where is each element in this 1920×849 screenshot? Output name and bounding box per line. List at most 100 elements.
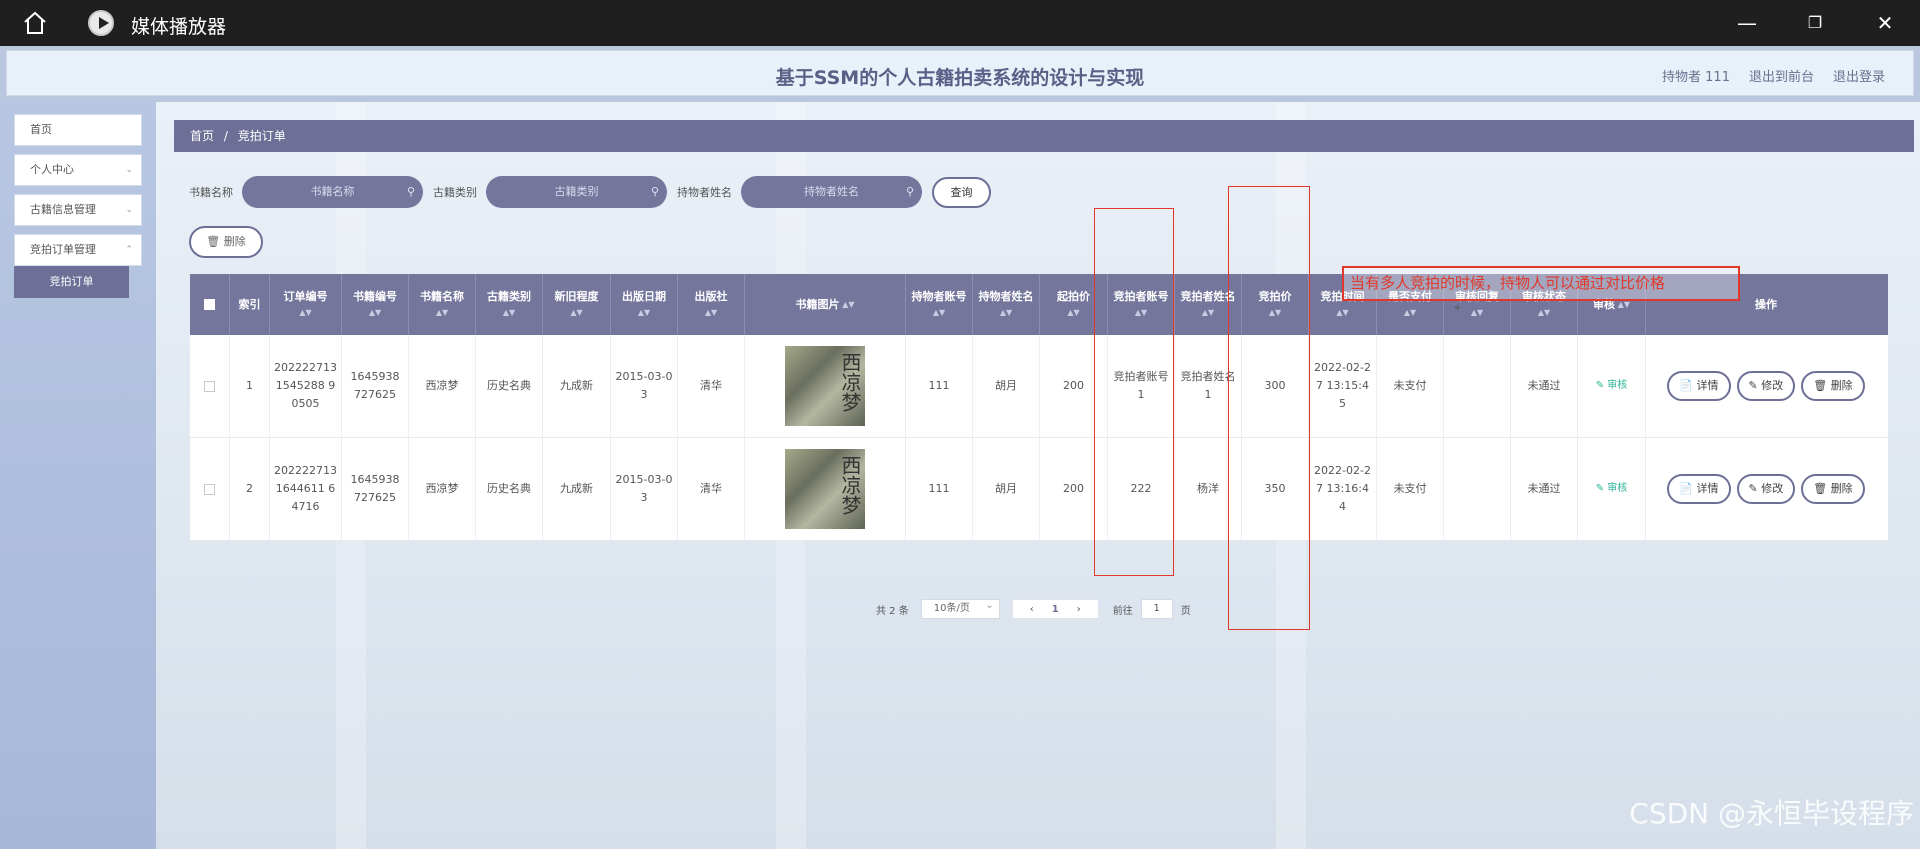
table-cell: 历史名典 <box>476 438 543 540</box>
sidebar-item-auction-order-management[interactable]: 竞拍订单管理 ⌃ <box>14 234 142 266</box>
table-row: 2 2022227131644611 64716 1645938 727625 … <box>190 438 1888 541</box>
home-icon[interactable] <box>22 11 48 35</box>
window-titlebar: 媒体播放器 — ❐ ✕ <box>0 0 1920 46</box>
table-cell: 未支付 <box>1377 335 1444 437</box>
delete-button[interactable]: 🗑 删除 <box>1801 371 1865 401</box>
page-size-select[interactable]: 10条/页 <box>920 597 1000 619</box>
column-header[interactable]: 出版社 ▲▼ <box>678 274 745 335</box>
edit-button[interactable]: ✎ 修改 <box>1736 474 1796 504</box>
batch-delete-button[interactable]: 🗑 删除 <box>189 226 263 258</box>
auction-order-table: 索引 订单编号 ▲▼ 书籍编号 ▲▼ 书籍名称 ▲▼ 古籍类别 ▲▼ 新旧程度 ▲▼ 出版… <box>190 274 1888 541</box>
audit-link[interactable]: ✎ 审核 <box>1596 480 1628 498</box>
sidebar-item-personal-center[interactable]: 个人中心 ⌄ <box>14 154 142 186</box>
table-cell: 111 <box>906 438 973 540</box>
select-all-checkbox[interactable] <box>204 299 215 310</box>
holder-name-label: 持物者姓名 <box>677 186 732 199</box>
column-header[interactable]: 持物者账号 ▲▼ <box>906 274 973 335</box>
window-title: 媒体播放器 <box>131 16 227 38</box>
column-header[interactable]: 持物者姓名 ▲▼ <box>973 274 1040 335</box>
delete-button[interactable]: 🗑 删除 <box>1801 474 1865 504</box>
column-header[interactable]: 书籍图片 ▲▼ <box>745 274 906 335</box>
main-content: 首页 / 竞拍订单 书籍名称 书籍名称 ⚲ 古籍类别 古籍类别 ⚲ 持物者姓名 … <box>156 102 1920 849</box>
goto-prefix: 前往 <box>1112 605 1133 617</box>
page-number[interactable]: 1 <box>1052 604 1059 615</box>
minimize-button[interactable]: — <box>1732 10 1762 36</box>
header-links: 持物者 111 退出到前台 退出登录 <box>1662 66 1885 85</box>
table-cell: 胡月 <box>973 438 1040 540</box>
table-cell: 西凉梦 <box>409 335 476 437</box>
column-header[interactable]: 出版日期 ▲▼ <box>611 274 678 335</box>
table-cell: 2015-03-03 <box>611 335 678 437</box>
sidebar-item-label: 竞拍订单管理 <box>30 243 96 256</box>
page-nav: ‹ 1 › <box>1011 599 1099 619</box>
app-frame: 基于SSM的个人古籍拍卖系统的设计与实现 持物者 111 退出到前台 退出登录 … <box>0 46 1920 849</box>
audit-link[interactable]: ✎ 审核 <box>1596 377 1628 395</box>
search-bar: 书籍名称 书籍名称 ⚲ 古籍类别 古籍类别 ⚲ 持物者姓名 持物者姓名 ⚲ 查询 <box>189 176 991 208</box>
app-header: 基于SSM的个人古籍拍卖系统的设计与实现 持物者 111 退出到前台 退出登录 <box>6 50 1914 96</box>
book-cover-image[interactable]: 西凉梦 <box>785 346 865 426</box>
pencil-icon: ✎ <box>1748 379 1758 392</box>
next-page-icon[interactable]: › <box>1077 604 1081 615</box>
restore-button[interactable]: ❐ <box>1800 10 1830 36</box>
table-cell: 2022227131644611 64716 <box>270 438 342 540</box>
column-header[interactable]: 新旧程度 ▲▼ <box>543 274 611 335</box>
table-cell: 未通过 <box>1511 335 1578 437</box>
breadcrumb: 首页 / 竞拍订单 <box>174 120 1914 152</box>
highlight-box-bidder-account <box>1094 208 1174 576</box>
breadcrumb-home[interactable]: 首页 <box>190 129 214 143</box>
sidebar-subitem-auction-orders[interactable]: 竞拍订单 <box>14 266 129 298</box>
table-cell: 2 <box>230 438 270 540</box>
column-header[interactable]: 书籍编号 ▲▼ <box>342 274 409 335</box>
watermark: CSDN @永恒毕设程序 <box>1629 797 1914 830</box>
crosshair-cursor-icon: ⌖ <box>1454 300 1461 314</box>
row-checkbox[interactable] <box>204 483 215 495</box>
book-name-input[interactable]: 书籍名称 ⚲ <box>242 176 423 208</box>
trash-icon: 🗑 <box>206 235 221 248</box>
query-button[interactable]: 查询 <box>932 176 991 208</box>
detail-button[interactable]: 📄 详情 <box>1667 474 1731 504</box>
table-cell: 2022227131545288 90505 <box>270 335 342 437</box>
holder-name-input[interactable]: 持物者姓名 ⚲ <box>741 176 922 208</box>
breadcrumb-current: 竞拍订单 <box>237 129 286 143</box>
detail-button[interactable]: 📄 详情 <box>1667 371 1731 401</box>
media-player-icon <box>88 10 114 36</box>
table-cell: 1 <box>230 335 270 437</box>
column-header[interactable]: 古籍类别 ▲▼ <box>476 274 543 335</box>
row-checkbox-cell[interactable] <box>190 335 230 437</box>
book-cover-image[interactable]: 西凉梦 <box>785 449 865 529</box>
column-header[interactable]: 书籍名称 ▲▼ <box>409 274 476 335</box>
table-cell: 清华 <box>678 335 745 437</box>
sidebar-item-label: 首页 <box>30 123 52 136</box>
sidebar-item-home[interactable]: 首页 <box>14 114 142 146</box>
column-header: 索引 <box>230 274 270 335</box>
search-icon: ⚲ <box>650 185 659 198</box>
annotation-note: 当有多人竞拍的时候，持物人可以通过对比价格 <box>1342 266 1740 301</box>
table-cell: 清华 <box>678 438 745 540</box>
edit-button[interactable]: ✎ 修改 <box>1736 371 1796 401</box>
row-checkbox-cell[interactable] <box>190 438 230 540</box>
table-cell: 胡月 <box>973 335 1040 437</box>
chevron-up-icon: ⌃ <box>125 245 133 255</box>
pencil-icon: ✎ <box>1748 482 1758 495</box>
highlight-box-bid-price <box>1228 186 1310 630</box>
book-category-input[interactable]: 古籍类别 ⚲ <box>486 176 667 208</box>
back-to-frontend-link[interactable]: 退出到前台 <box>1749 66 1814 85</box>
logout-link[interactable]: 退出登录 <box>1833 66 1885 85</box>
table-cell: 九成新 <box>543 438 611 540</box>
search-icon: ⚲ <box>406 185 415 198</box>
table-cell: 西凉梦 <box>409 438 476 540</box>
sidebar: 首页 个人中心 ⌄ 古籍信息管理 ⌄ 竞拍订单管理 ⌃ 竞拍订单 <box>0 102 156 849</box>
breadcrumb-separator: / <box>223 129 228 143</box>
prev-page-icon[interactable]: ‹ <box>1030 604 1034 615</box>
column-header[interactable]: 订单编号 ▲▼ <box>270 274 342 335</box>
table-cell: 2015-03-03 <box>611 438 678 540</box>
actions-cell: 📄 详情 ✎ 修改 🗑 删除 <box>1646 438 1886 540</box>
close-button[interactable]: ✕ <box>1870 10 1900 36</box>
goto-page-input[interactable]: 1 <box>1140 599 1173 619</box>
row-checkbox[interactable] <box>204 380 215 392</box>
table-cell: 2022-02-27 13:15:45 <box>1309 335 1377 437</box>
sidebar-item-book-info-management[interactable]: 古籍信息管理 ⌄ <box>14 194 142 226</box>
sidebar-item-label: 个人中心 <box>30 163 74 176</box>
sidebar-item-label: 古籍信息管理 <box>30 203 96 216</box>
select-all-checkbox-cell[interactable] <box>190 274 230 335</box>
